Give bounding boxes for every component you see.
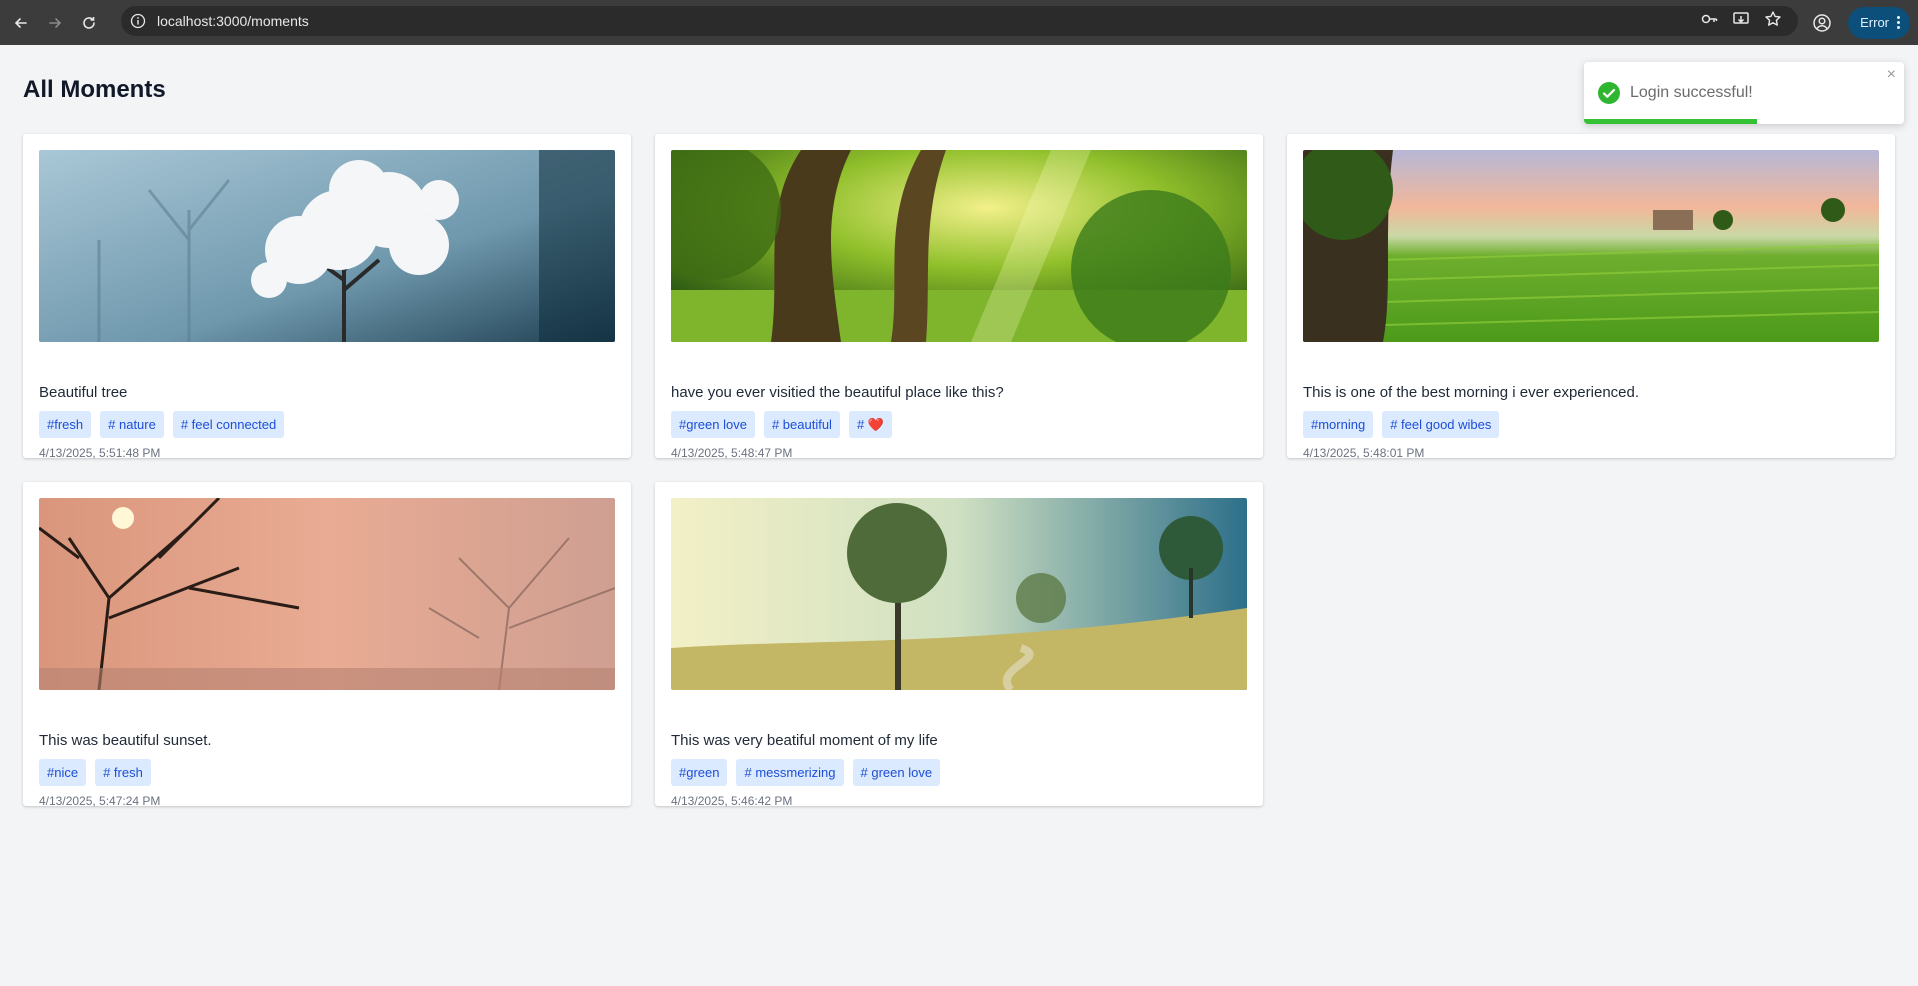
moment-timestamp: 4/13/2025, 5:48:47 PM [671,446,793,460]
tag[interactable]: # feel connected [172,411,285,438]
url-text[interactable]: localhost:3000/moments [157,13,309,29]
moment-image [39,150,615,342]
arrow-right-icon [49,17,62,28]
moment-timestamp: 4/13/2025, 5:48:01 PM [1303,446,1425,460]
bookmark-star-icon[interactable] [1764,10,1782,33]
reload-icon [83,16,95,29]
tag-list: #green love # beautiful # ❤️ [671,411,892,438]
close-icon[interactable]: × [1887,66,1896,84]
tag[interactable]: # beautiful [763,411,840,438]
moment-caption: This was beautiful sunset. [39,732,212,749]
tag[interactable]: #morning [1303,411,1374,438]
browser-error-button[interactable]: Error [1848,6,1910,39]
error-label: Error [1860,15,1889,30]
tag-list: #nice # fresh [39,759,151,786]
tag[interactable]: # nature [100,411,164,438]
account-icon [1813,13,1831,32]
tag-list: #green # messmerizing # green love [671,759,941,786]
moment-image [1303,150,1879,342]
site-info-icon[interactable] [129,12,147,30]
address-bar[interactable]: localhost:3000/moments [121,6,1798,36]
toast-progress-bar [1584,119,1757,124]
tag-list: #morning # feel good wibes [1303,411,1500,438]
moment-card[interactable]: This was beautiful sunset. #nice # fresh… [23,482,631,808]
tag[interactable]: #green [671,759,728,786]
password-key-icon[interactable] [1700,10,1718,33]
tag[interactable]: #nice [39,759,87,786]
tag[interactable]: # ❤️ [848,411,892,438]
moment-caption: This was very beatiful moment of my life [671,732,938,749]
tag[interactable]: # feel good wibes [1382,411,1500,438]
tag[interactable]: # messmerizing [736,759,844,786]
back-button[interactable] [9,11,33,35]
moment-card[interactable]: This is one of the best morning i ever e… [1287,134,1895,460]
moment-card[interactable]: Beautiful tree #fresh # nature # feel co… [23,134,631,460]
moment-image [671,498,1247,690]
moment-caption: have you ever visitied the beautiful pla… [671,384,1004,401]
moment-image [671,150,1247,342]
moment-timestamp: 4/13/2025, 5:51:48 PM [39,446,161,460]
profile-button[interactable] [1810,11,1834,35]
moment-card[interactable]: This was very beatiful moment of my life… [655,482,1263,808]
tag-list: #fresh # nature # feel connected [39,411,285,438]
toast-notification: Login successful! × [1584,62,1904,124]
page-title: All Moments [23,76,166,103]
arrow-left-icon [14,17,27,28]
moment-caption: This is one of the best morning i ever e… [1303,384,1640,401]
success-check-icon [1598,82,1620,104]
browser-toolbar: localhost:3000/moments Error [0,0,1918,45]
forward-button[interactable] [43,11,67,35]
install-app-icon[interactable] [1732,10,1750,33]
more-menu-icon[interactable] [1897,16,1900,29]
toast-message: Login successful! [1630,84,1753,101]
reload-button[interactable] [77,11,101,35]
moment-image [39,498,615,690]
tag[interactable]: #green love [671,411,755,438]
moment-timestamp: 4/13/2025, 5:46:42 PM [671,794,793,808]
tag[interactable]: # fresh [95,759,151,786]
tag[interactable]: # green love [852,759,941,786]
moment-caption: Beautiful tree [39,384,128,401]
moment-card[interactable]: have you ever visitied the beautiful pla… [655,134,1263,460]
tag[interactable]: #fresh [39,411,92,438]
moment-timestamp: 4/13/2025, 5:47:24 PM [39,794,161,808]
